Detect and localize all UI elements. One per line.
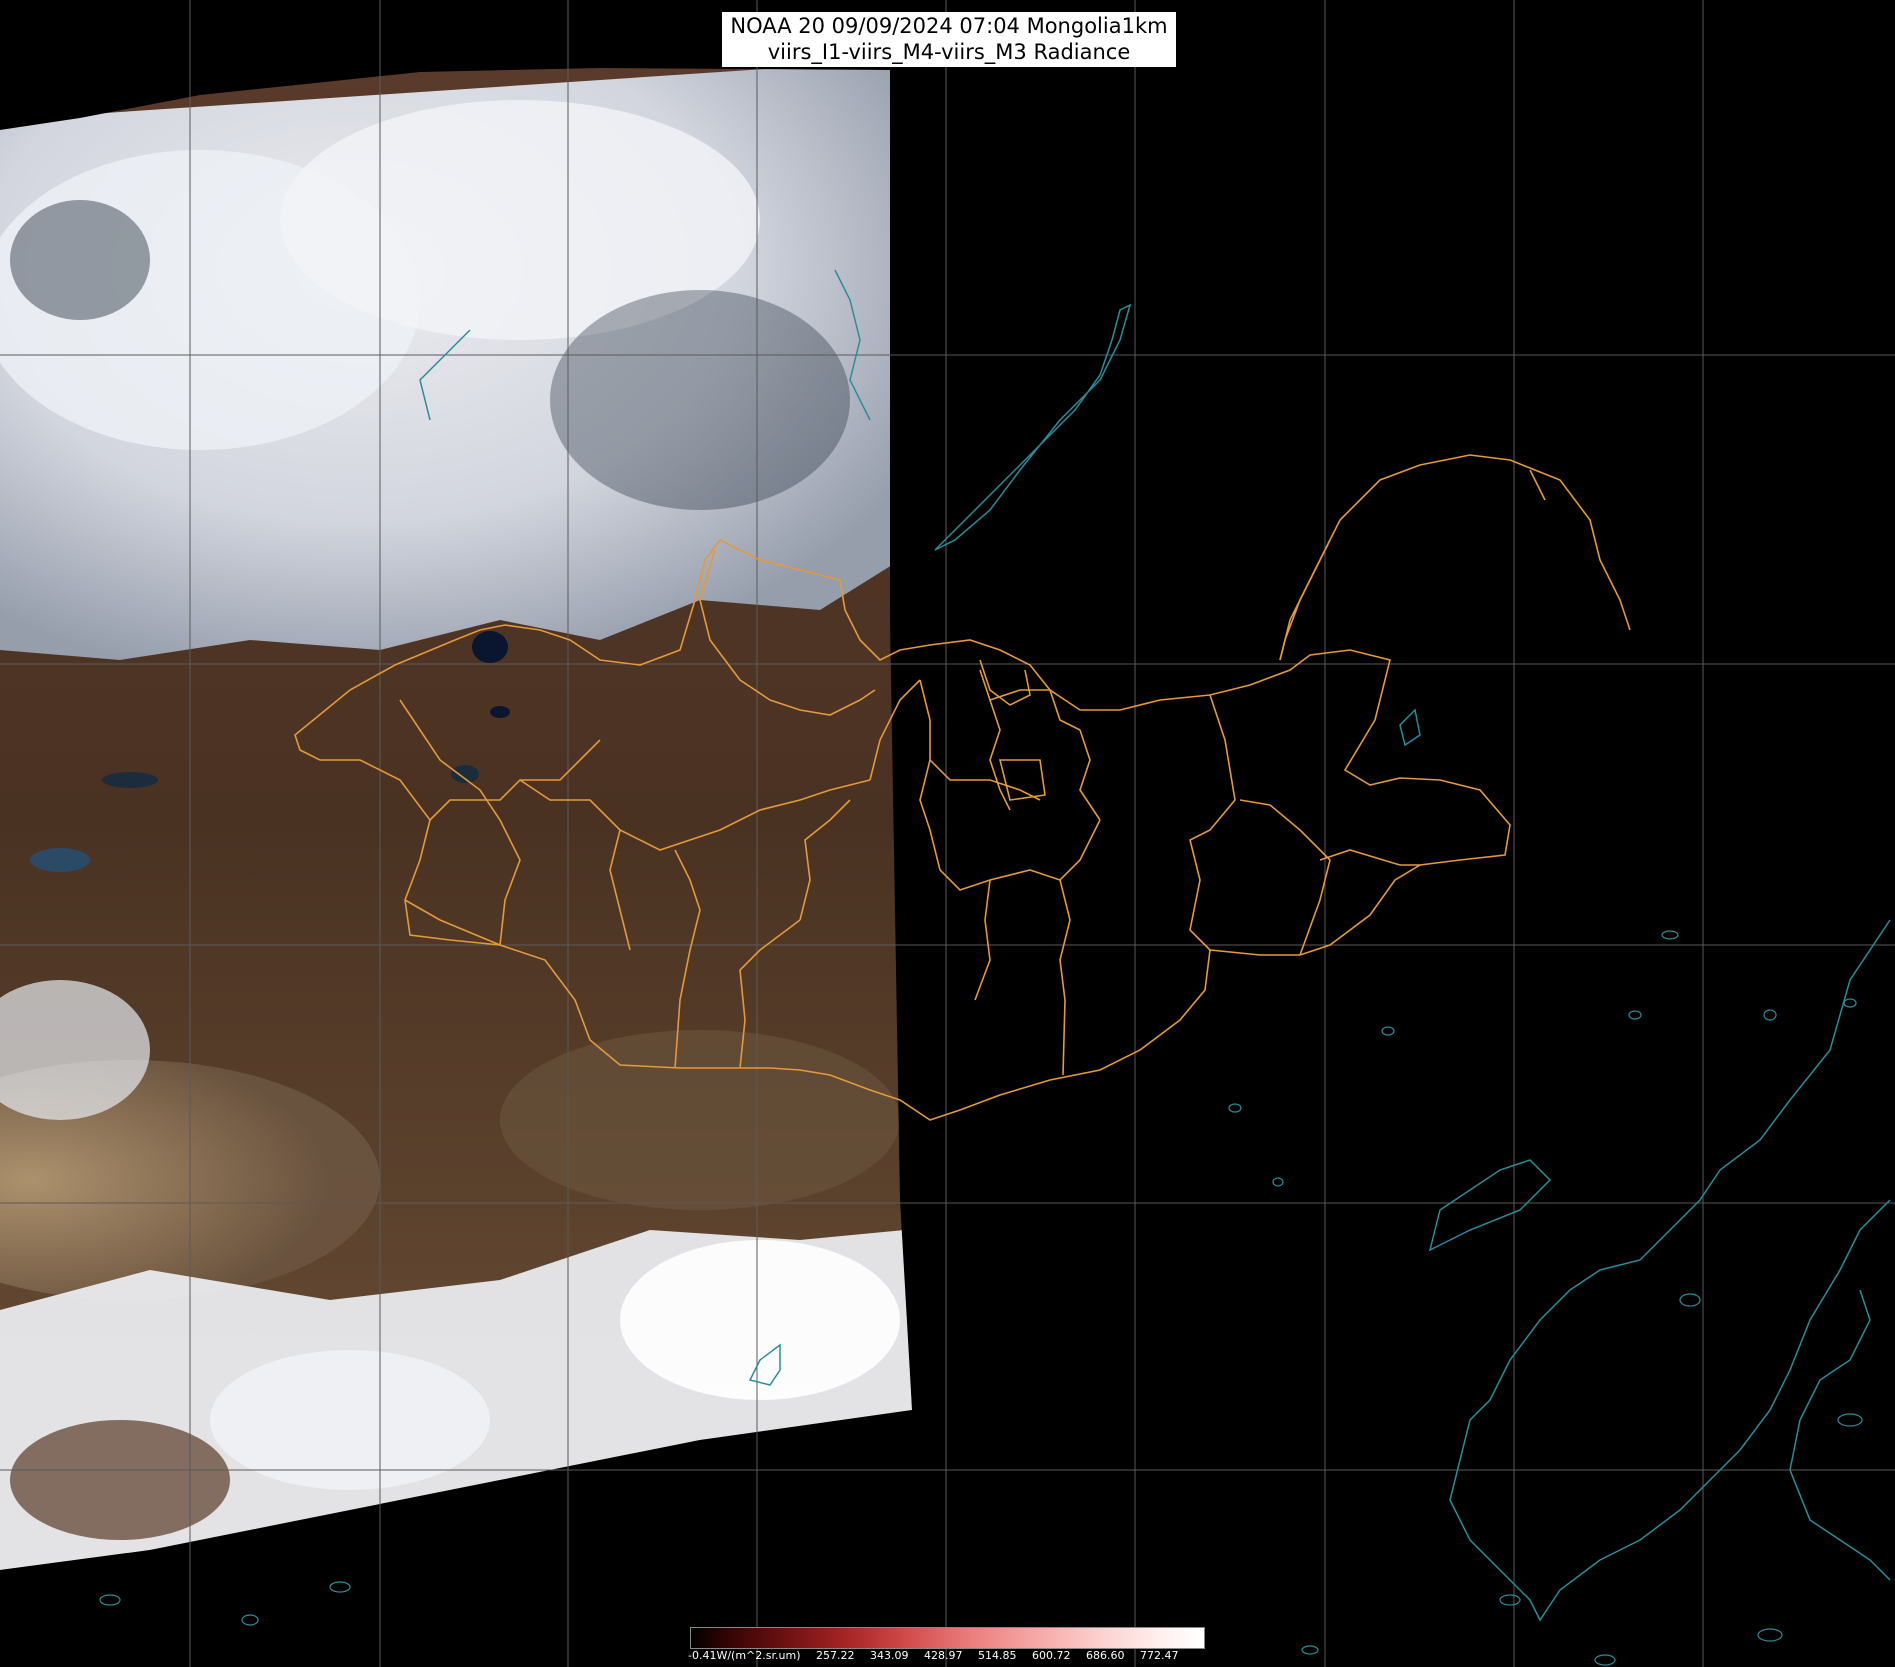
colorbar-min-label: -0.41W/(m^2.sr.um) xyxy=(688,1649,801,1662)
radiance-colorbar xyxy=(690,1627,1205,1649)
satellite-image xyxy=(0,0,1895,1667)
colorbar-tick: 600.72 xyxy=(1032,1649,1071,1662)
daylight-swath xyxy=(0,68,912,1570)
colorbar-labels: -0.41W/(m^2.sr.um) 257.22 343.09 428.97 … xyxy=(688,1649,1208,1665)
colorbar-tick: 343.09 xyxy=(870,1649,909,1662)
colorbar-tick: 514.85 xyxy=(978,1649,1017,1662)
colorbar-tick: 428.97 xyxy=(924,1649,963,1662)
colorbar-tick: 257.22 xyxy=(816,1649,855,1662)
colorbar-tick: 772.47 xyxy=(1140,1649,1179,1662)
title-label: NOAA 20 09/09/2024 07:04 Mongolia1km vii… xyxy=(722,12,1176,67)
title-line-2: viirs_I1-viirs_M4-viirs_M3 Radiance xyxy=(767,40,1131,64)
colorbar-tick: 686.60 xyxy=(1086,1649,1125,1662)
title-line-1: NOAA 20 09/09/2024 07:04 Mongolia1km xyxy=(730,14,1168,38)
